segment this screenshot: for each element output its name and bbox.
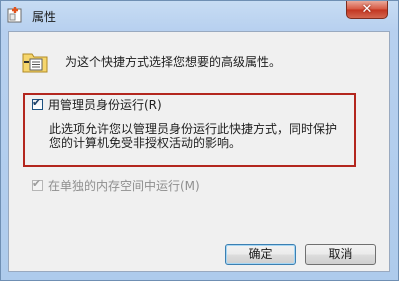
dialog-body: 为这个快捷方式选择您想要的高级属性。 ✔ 用管理员身份运行(R) 此选项允许您以… bbox=[8, 31, 390, 272]
run-as-admin-label[interactable]: 用管理员身份运行(R) bbox=[48, 96, 162, 113]
separate-memory-label: 在单独的内存空间中运行(M) bbox=[48, 179, 200, 193]
separate-memory-checkbox: ✔ bbox=[32, 177, 43, 191]
checkmark-icon: ✔ bbox=[32, 177, 42, 190]
shortcut-properties-icon bbox=[7, 7, 22, 23]
properties-page-icon bbox=[22, 53, 48, 73]
description-line-2: 您的计算机免受非授权活动的影响。 bbox=[49, 136, 242, 150]
cancel-button[interactable]: 取消 bbox=[305, 244, 376, 265]
title-bar[interactable]: 属性 ✕ bbox=[1, 1, 398, 31]
window-title: 属性 bbox=[32, 10, 57, 24]
description-line-1: 此选项允许您以管理员身份运行此快捷方式，同时保护 bbox=[49, 122, 338, 136]
ok-button[interactable]: 确定 bbox=[225, 244, 296, 265]
run-as-admin-checkbox[interactable]: ✔ bbox=[32, 96, 43, 110]
run-as-admin-description: 此选项允许您以管理员身份运行此快捷方式，同时保护 您的计算机免受非授权活动的影响… bbox=[49, 122, 359, 150]
checkmark-icon: ✔ bbox=[32, 96, 42, 109]
properties-window: 属性 ✕ 为这个快捷方式选择您想要的高级属性。 ✔ 用管理员身份运行(R) 此选… bbox=[0, 0, 399, 281]
dialog-header-text: 为这个快捷方式选择您想要的高级属性。 bbox=[65, 55, 282, 69]
close-icon: ✕ bbox=[361, 2, 373, 17]
close-button[interactable]: ✕ bbox=[346, 1, 388, 19]
